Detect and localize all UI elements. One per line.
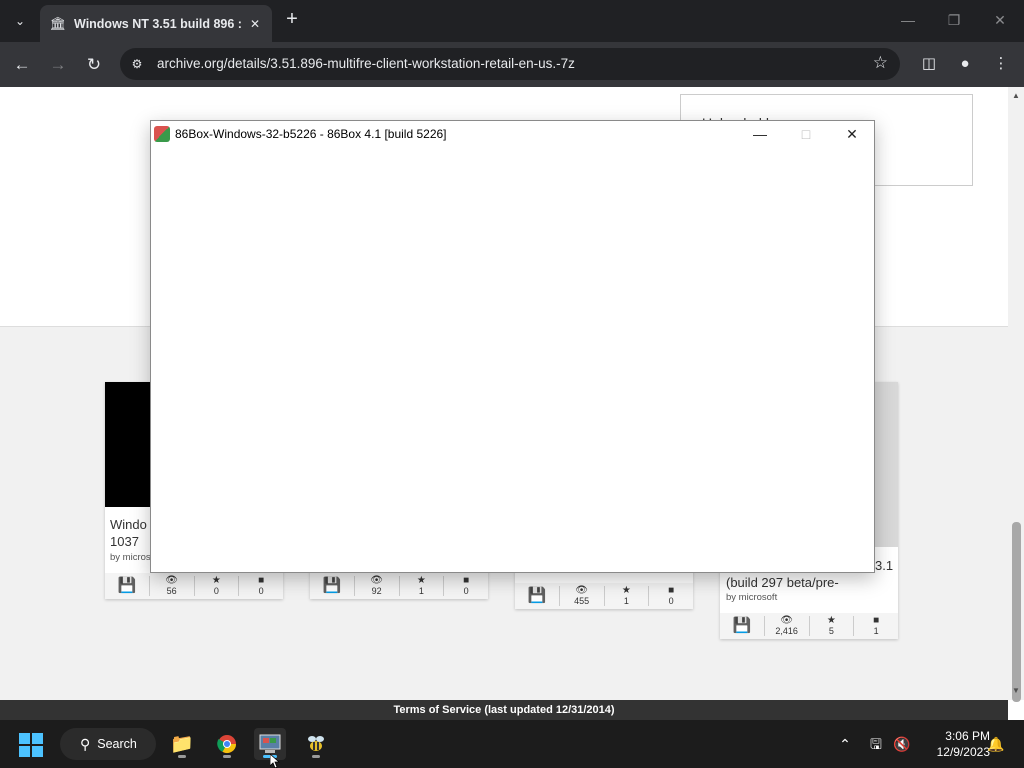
- item-title[interactable]: 3.1: [875, 557, 893, 574]
- item-stats: 💾 👁 455 ★ 1 ■ 0: [515, 583, 693, 609]
- 86box-maximize-icon[interactable]: □: [791, 124, 821, 144]
- views-count: 92: [371, 586, 382, 596]
- browser-tab-bar: ⌄ 🏛 Windows NT 3.51 build 896 : M ✕ + — …: [0, 0, 1024, 42]
- favorites-count: 5: [828, 626, 834, 636]
- item-stats: 💾 👁 92 ★ 1 ■ 0: [310, 573, 488, 599]
- windows-logo-icon: [19, 733, 30, 744]
- favorites-count: 1: [418, 586, 424, 596]
- floppy-icon: 💾: [527, 586, 547, 604]
- archive-favicon: 🏛: [49, 15, 67, 31]
- file-explorer-icon[interactable]: 📁: [166, 728, 198, 760]
- views-count: 455: [574, 596, 590, 606]
- views-icon: 👁: [780, 615, 793, 626]
- clock-time: 3:06 PM: [945, 729, 990, 743]
- favorites-count: 0: [213, 586, 219, 596]
- favorites-icon: ★: [211, 575, 221, 586]
- views-icon: 👁: [575, 585, 588, 596]
- minimize-icon[interactable]: —: [898, 10, 918, 30]
- item-title-line2[interactable]: 1037: [110, 533, 139, 550]
- volume-muted-icon[interactable]: 🔇: [892, 734, 912, 754]
- favorites-count: 1: [623, 596, 629, 606]
- 86box-close-icon[interactable]: ✕: [837, 124, 867, 144]
- views-count: 56: [166, 586, 177, 596]
- reviews-icon: ■: [258, 575, 265, 586]
- scroll-down-icon[interactable]: ▼: [1008, 684, 1024, 698]
- item-title[interactable]: Windo: [110, 516, 147, 533]
- forward-icon[interactable]: →: [45, 52, 71, 78]
- network-icon[interactable]: 🖫: [866, 734, 886, 754]
- floppy-icon: 💾: [732, 616, 752, 634]
- side-panel-icon[interactable]: ◫: [918, 53, 940, 75]
- reload-icon[interactable]: ↻: [81, 52, 107, 78]
- bee-app-icon[interactable]: [300, 728, 332, 760]
- floppy-icon: 💾: [117, 576, 137, 594]
- site-info-icon[interactable]: ⚙: [128, 55, 146, 73]
- 86box-window: 86Box-Windows-32-b5226 - 86Box 4.1 [buil…: [150, 120, 875, 573]
- browser-tab[interactable]: 🏛 Windows NT 3.51 build 896 : M ✕: [40, 5, 272, 42]
- search-label: Search: [97, 737, 137, 751]
- taskbar-search[interactable]: ⚲ Search: [60, 728, 156, 760]
- restore-icon[interactable]: ❐: [944, 10, 964, 30]
- reviews-count: 0: [258, 586, 264, 596]
- browser-toolbar: ← → ↻ ⚙ archive.org/details/3.51.896-mul…: [0, 42, 1024, 87]
- scrollbar-thumb[interactable]: [1012, 522, 1021, 702]
- search-icon: ⚲: [80, 735, 91, 752]
- address-bar[interactable]: ⚙ archive.org/details/3.51.896-multifre-…: [120, 48, 900, 80]
- start-button[interactable]: [19, 733, 43, 757]
- favorites-icon: ★: [826, 615, 836, 626]
- chrome-icon[interactable]: [211, 728, 243, 760]
- views-icon: 👁: [370, 575, 383, 586]
- bookmark-star-icon[interactable]: ☆: [873, 53, 888, 73]
- menu-icon[interactable]: ⋮: [990, 53, 1012, 75]
- reviews-count: 1: [873, 626, 879, 636]
- url-text[interactable]: archive.org/details/3.51.896-multifre-cl…: [157, 56, 575, 71]
- 86box-window-title: 86Box-Windows-32-b5226 - 86Box 4.1 [buil…: [175, 127, 447, 141]
- terms-footer[interactable]: Terms of Service (last updated 12/31/201…: [0, 700, 1008, 720]
- floppy-icon: 💾: [322, 576, 342, 594]
- close-tab-icon[interactable]: ✕: [246, 15, 264, 33]
- mouse-cursor-icon: [270, 754, 280, 768]
- item-stats: 💾 👁 56 ★ 0 ■ 0: [105, 573, 283, 599]
- reviews-icon: ■: [463, 575, 470, 586]
- reviews-icon: ■: [873, 615, 880, 626]
- reviews-count: 0: [463, 586, 469, 596]
- chevron-up-icon[interactable]: ⌃: [835, 734, 855, 754]
- profile-icon[interactable]: ●: [954, 53, 976, 75]
- views-icon: 👁: [165, 575, 178, 586]
- clock-date: 12/9/2023: [936, 745, 990, 759]
- 86box-content-area[interactable]: [151, 147, 874, 572]
- notification-bell-icon[interactable]: 🔔: [986, 734, 1006, 754]
- item-title-line2[interactable]: (build 297 beta/pre-: [726, 574, 839, 591]
- views-count: 2,416: [775, 626, 798, 636]
- reviews-count: 0: [668, 596, 674, 606]
- windows-taskbar: ⚲ Search 📁 ⌃ 🖫 🔇 3:06 PM 12/9/2023 🔔: [0, 720, 1024, 768]
- tab-title: Windows NT 3.51 build 896 : M: [74, 16, 246, 31]
- favorites-icon: ★: [416, 575, 426, 586]
- window-close-icon[interactable]: ✕: [990, 10, 1010, 30]
- item-stats: 💾 👁 2,416 ★ 5 ■ 1: [720, 613, 898, 639]
- reviews-icon: ■: [668, 585, 675, 596]
- 86box-title-bar[interactable]: 86Box-Windows-32-b5226 - 86Box 4.1 [buil…: [151, 121, 874, 147]
- system-clock[interactable]: 3:06 PM 12/9/2023: [918, 728, 990, 760]
- tab-search-icon[interactable]: ⌄: [8, 9, 32, 33]
- item-creator: by microsoft: [726, 592, 778, 603]
- new-tab-button[interactable]: +: [281, 9, 303, 31]
- back-icon[interactable]: ←: [9, 52, 35, 78]
- page-scrollbar[interactable]: ▲ ▼: [1008, 87, 1024, 702]
- 86box-icon: [154, 126, 170, 142]
- favorites-icon: ★: [621, 585, 631, 596]
- scroll-up-icon[interactable]: ▲: [1008, 89, 1024, 103]
- 86box-minimize-icon[interactable]: —: [745, 124, 775, 144]
